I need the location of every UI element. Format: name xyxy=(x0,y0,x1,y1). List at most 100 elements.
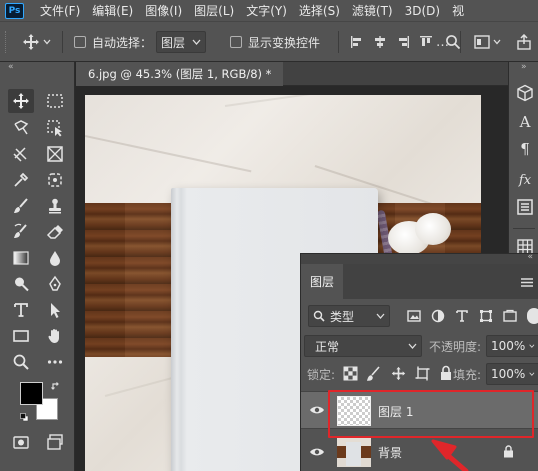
fill-value: 100% xyxy=(491,367,526,381)
blur-tool[interactable] xyxy=(42,246,68,270)
eye-visibility-icon[interactable] xyxy=(309,447,325,457)
layer-filter-value: 类型 xyxy=(330,309,355,324)
fill-label: 填充: xyxy=(453,368,482,382)
layer-filter-dropdown[interactable]: 类型 xyxy=(308,305,390,327)
filter-smart-object-icon[interactable] xyxy=(503,309,517,323)
opacity-input[interactable]: 100% xyxy=(486,335,538,357)
hand-tool[interactable] xyxy=(42,324,68,348)
lock-position-icon[interactable] xyxy=(391,366,406,381)
menu-select[interactable]: 选择(S) xyxy=(293,2,346,19)
search-icon[interactable] xyxy=(445,34,461,50)
lasso-icon xyxy=(14,120,29,135)
swap-colors-icon[interactable] xyxy=(51,381,61,391)
menu-filter[interactable]: 滤镜(T) xyxy=(346,2,399,19)
layer-row-background[interactable]: 背景 xyxy=(301,433,538,471)
character-panel-icon[interactable]: A xyxy=(516,113,534,131)
arrow-cursor-icon xyxy=(51,303,60,318)
auto-select-dropdown[interactable]: 图层 xyxy=(156,31,207,53)
gradient-tool[interactable] xyxy=(8,246,34,270)
panel-menu-icon[interactable] xyxy=(521,278,533,287)
foreground-color-swatch[interactable] xyxy=(20,382,43,405)
menu-layer[interactable]: 图层(L) xyxy=(188,2,240,19)
blend-mode-dropdown[interactable]: 正常 xyxy=(304,335,422,357)
layer-thumbnail xyxy=(337,437,371,467)
lock-all-icon[interactable] xyxy=(439,365,453,381)
object-selection-icon xyxy=(47,120,62,137)
layers-tab[interactable]: 图层 xyxy=(301,264,343,299)
path-selection-tool[interactable] xyxy=(42,298,68,322)
align-left-icon[interactable] xyxy=(350,35,364,49)
quick-mask-button[interactable] xyxy=(8,430,34,454)
fx-styles-icon[interactable]: fx xyxy=(516,172,534,190)
frame-tool[interactable] xyxy=(42,142,68,166)
filter-shape-icon[interactable] xyxy=(479,309,493,323)
spot-healing-tool[interactable] xyxy=(42,168,68,192)
dodge-tool[interactable] xyxy=(8,272,34,296)
move-tool-preset[interactable] xyxy=(22,22,51,62)
marquee-tool[interactable] xyxy=(42,89,68,113)
chevron-down-icon xyxy=(376,313,385,319)
lock-transparent-pixels-icon[interactable] xyxy=(343,366,358,381)
default-colors-icon[interactable] xyxy=(20,413,29,422)
pen-icon xyxy=(49,275,61,291)
menu-type[interactable]: 文字(Y) xyxy=(240,2,293,19)
align-right-icon[interactable] xyxy=(396,35,410,49)
paragraph-panel-icon[interactable]: ¶ xyxy=(516,140,534,158)
auto-select-checkbox[interactable] xyxy=(74,36,86,48)
collapse-panel-icon[interactable]: « xyxy=(527,252,533,262)
layer-name[interactable]: 背景 xyxy=(378,444,402,461)
filter-type-icon[interactable] xyxy=(455,309,469,323)
hand-icon xyxy=(48,329,59,343)
document-tab[interactable]: 6.jpg @ 45.3% (图层 1, RGB/8) * xyxy=(76,62,284,86)
share-icon[interactable] xyxy=(516,34,532,50)
clone-stamp-tool[interactable] xyxy=(42,194,68,218)
lock-artboard-icon[interactable] xyxy=(415,366,430,381)
eyedropper-tool[interactable] xyxy=(8,168,34,192)
eraser-tool[interactable] xyxy=(42,220,68,244)
fill-input[interactable]: 100% xyxy=(486,363,538,385)
menu-edit[interactable]: 编辑(E) xyxy=(86,2,139,19)
eye-visibility-icon[interactable] xyxy=(309,405,325,415)
lock-label: 锁定: xyxy=(307,368,336,382)
align-center-icon[interactable] xyxy=(373,35,387,49)
menu-image[interactable]: 图像(I) xyxy=(139,2,188,19)
lock-image-pixels-icon[interactable] xyxy=(367,366,382,381)
more-tools-icon xyxy=(47,360,63,364)
zoom-tool[interactable] xyxy=(8,350,34,374)
object-selection-tool[interactable] xyxy=(42,116,68,140)
healing-brush-icon xyxy=(48,173,62,187)
screen-mode-button[interactable] xyxy=(42,430,68,454)
photoshop-logo: Ps xyxy=(5,2,24,19)
type-tool[interactable] xyxy=(8,298,34,322)
dropdown-arrow-icon[interactable] xyxy=(493,38,501,46)
move-icon xyxy=(13,93,29,109)
menu-file[interactable]: 文件(F) xyxy=(34,2,86,19)
workspace-icon[interactable] xyxy=(474,35,490,49)
crop-tool[interactable] xyxy=(8,142,34,166)
blend-mode-value: 正常 xyxy=(315,339,340,354)
move-tool[interactable] xyxy=(8,89,34,113)
3d-cube-icon[interactable] xyxy=(516,84,534,102)
lasso-tool[interactable] xyxy=(8,116,34,140)
zoom-icon xyxy=(13,354,29,370)
document-tab-bar: 6.jpg @ 45.3% (图层 1, RGB/8) * xyxy=(76,62,508,86)
history-brush-tool[interactable] xyxy=(8,220,34,244)
opacity-label: 不透明度: xyxy=(429,340,482,354)
filter-toggle[interactable] xyxy=(527,308,538,324)
filter-pixel-icon[interactable] xyxy=(407,309,421,323)
collapse-toolbar-icon[interactable]: « xyxy=(8,62,14,72)
opacity-value: 100% xyxy=(491,339,526,353)
menu-view[interactable]: 视 xyxy=(446,2,470,19)
properties-icon[interactable] xyxy=(516,198,534,216)
show-transform-checkbox[interactable] xyxy=(230,36,242,48)
align-top-icon[interactable] xyxy=(419,35,433,49)
quick-mask-icon xyxy=(13,436,29,449)
rectangle-tool[interactable] xyxy=(8,324,34,348)
layers-tab-row: 图层 xyxy=(301,264,538,299)
menu-3d[interactable]: 3D(D) xyxy=(399,4,446,18)
edit-toolbar[interactable] xyxy=(42,350,68,374)
brush-tool[interactable] xyxy=(8,194,34,218)
pen-tool[interactable] xyxy=(42,272,68,296)
filter-adjustment-icon[interactable] xyxy=(431,309,445,323)
collapse-panels-icon[interactable]: » xyxy=(521,62,527,72)
